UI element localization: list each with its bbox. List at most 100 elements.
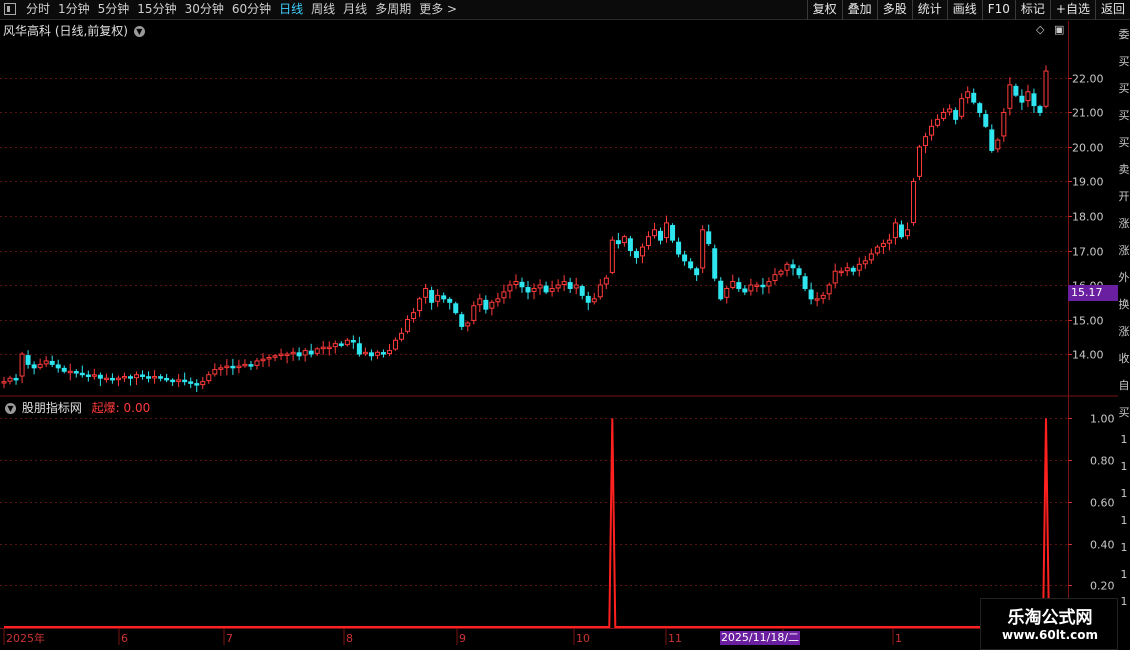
- candle-body: [55, 364, 61, 369]
- candle-body: [386, 350, 392, 355]
- price-tick-label: 20.00: [1072, 142, 1104, 155]
- indicator-value: 0.00: [123, 401, 151, 415]
- candle-body: [194, 383, 200, 386]
- side-panel-glyph: 涨: [1118, 325, 1130, 338]
- candle-body: [302, 350, 308, 356]
- candle-body: [85, 374, 91, 377]
- diamond-icon[interactable]: ◇: [1036, 23, 1044, 36]
- site-watermark: 乐淘公式网 www.60lt.com: [980, 598, 1118, 650]
- side-panel-glyph: 委: [1118, 28, 1130, 41]
- candle-body: [501, 291, 507, 299]
- quote-side-panel-edge: 委买买买买卖开涨涨外换涨收自买1111111: [1118, 21, 1130, 650]
- candle-body: [25, 355, 31, 365]
- candle-body: [844, 267, 850, 272]
- candle-body: [453, 303, 459, 314]
- candle-body: [941, 111, 947, 119]
- candle-body: [790, 264, 796, 269]
- candle-body: [754, 284, 760, 287]
- candle-body: [965, 91, 971, 99]
- candle-body: [465, 322, 471, 327]
- candle-body: [910, 180, 916, 224]
- candle-body: [543, 285, 549, 293]
- candle-body: [121, 375, 127, 379]
- side-panel-glyph: 买: [1118, 406, 1130, 419]
- candle-body: [206, 374, 212, 382]
- candle-body: [658, 230, 664, 241]
- chevron-down-icon[interactable]: ▼: [133, 26, 145, 37]
- candle-body: [742, 288, 748, 293]
- candle-body: [1007, 84, 1013, 109]
- candle-body: [1025, 91, 1031, 102]
- xaxis-label: 7: [226, 632, 233, 645]
- candle-body: [429, 290, 435, 303]
- candle-body: [326, 346, 332, 350]
- candle-body: [694, 268, 700, 276]
- xaxis-label: 1: [895, 632, 902, 645]
- candle-body: [405, 319, 411, 332]
- candle-body: [140, 374, 146, 377]
- window-toggle-icon[interactable]: ▣: [1054, 23, 1064, 36]
- candle-body: [700, 229, 706, 269]
- candle-body: [91, 374, 97, 377]
- candle-body: [724, 287, 730, 298]
- candle-body: [1, 381, 7, 384]
- side-panel-glyph: 买: [1118, 82, 1130, 95]
- candle-body: [423, 287, 429, 298]
- candle-body: [525, 287, 531, 293]
- candle-body: [615, 240, 621, 245]
- candle-body: [712, 248, 718, 279]
- candle-body: [254, 360, 260, 366]
- indicator-tick-label: 0.60: [1090, 497, 1115, 510]
- candle-body: [109, 377, 115, 381]
- candle-body: [61, 367, 67, 372]
- last-price-tag: 15.17: [1068, 285, 1118, 301]
- side-panel-glyph: 换: [1118, 298, 1130, 311]
- chevron-down-icon[interactable]: ▼: [5, 403, 16, 414]
- kline-chart[interactable]: 22.0021.0020.0019.0018.0017.0016.0015.00…: [0, 0, 1130, 650]
- candle-body: [621, 236, 627, 244]
- indicator-source-name: 股朋指标网: [21, 401, 82, 415]
- candle-body: [314, 348, 320, 354]
- candle-body: [471, 305, 477, 321]
- candle-body: [411, 312, 417, 319]
- candle-body: [929, 125, 935, 136]
- indicator-line: [4, 418, 1050, 628]
- price-tick-label: 21.00: [1072, 107, 1104, 120]
- side-panel-glyph: 涨: [1118, 244, 1130, 257]
- candle-body: [97, 374, 103, 379]
- candle-body: [43, 360, 49, 365]
- candle-body: [374, 351, 380, 356]
- price-tick-label: 17.00: [1072, 246, 1104, 259]
- side-panel-glyph: 1: [1120, 568, 1128, 581]
- candle-body: [146, 376, 152, 379]
- candle-body: [802, 276, 808, 289]
- candle-body: [808, 289, 814, 300]
- candle-body: [585, 295, 591, 303]
- candle-body: [67, 370, 73, 374]
- candle-body: [633, 251, 639, 258]
- candle-body: [995, 139, 1001, 150]
- candle-body: [772, 274, 778, 282]
- indicator-label: 起爆:: [91, 401, 120, 415]
- candle-body: [814, 298, 820, 301]
- candle-body: [947, 108, 953, 113]
- xaxis-label: 6: [121, 632, 128, 645]
- candle-body: [904, 229, 910, 237]
- xaxis-label: 10: [576, 632, 590, 645]
- candle-body: [766, 281, 772, 287]
- candle-body: [1019, 95, 1025, 103]
- candle-body: [380, 352, 386, 355]
- xaxis-label: 2025年: [6, 631, 45, 645]
- candle-body: [645, 236, 651, 247]
- candle-body: [441, 295, 447, 300]
- candle-body: [19, 353, 25, 377]
- xaxis-label: 11: [668, 632, 682, 645]
- candle-body: [1001, 111, 1007, 137]
- candle-body: [356, 343, 362, 355]
- side-panel-glyph: 买: [1118, 109, 1130, 122]
- candle-body: [290, 351, 296, 355]
- candle-body: [892, 222, 898, 239]
- candle-body: [1031, 93, 1037, 107]
- candle-body: [218, 367, 224, 370]
- candle-body: [477, 298, 483, 306]
